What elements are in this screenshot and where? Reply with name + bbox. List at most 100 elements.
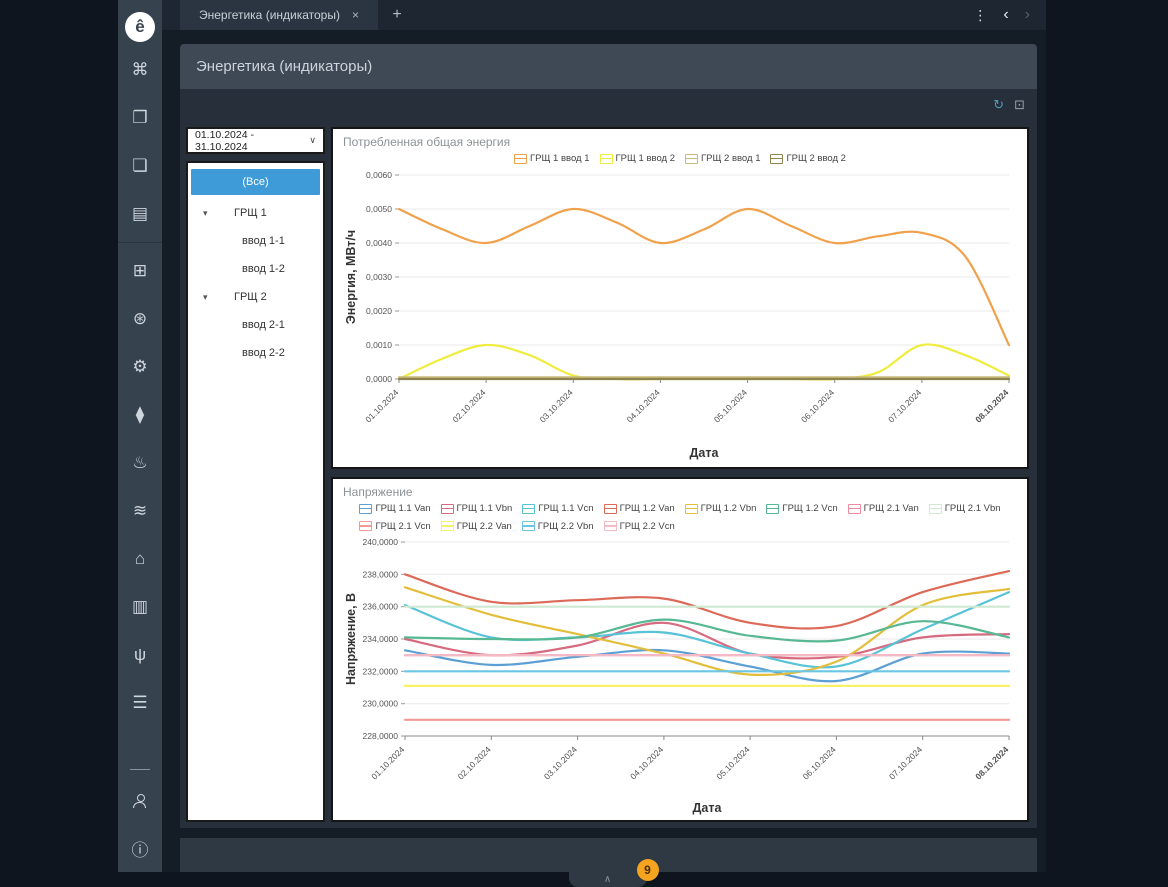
display-icon[interactable]: ⊡	[1014, 97, 1025, 113]
fan-icon: ⊛	[132, 309, 148, 328]
svg-text:Энергия, МВт/ч: Энергия, МВт/ч	[344, 229, 358, 323]
date-range-select[interactable]: 01.10.2024 - 31.10.2024 ∨	[186, 127, 325, 154]
svg-text:0,0040: 0,0040	[366, 238, 392, 248]
kebab-menu-icon[interactable]: ⋮	[973, 7, 987, 24]
expander-icon[interactable]: ▾	[203, 292, 208, 303]
panel-toolbar: ↻ ⊡	[993, 97, 1025, 113]
svg-text:02.10.2024: 02.10.2024	[450, 387, 487, 424]
chart-title: Напряжение	[343, 485, 413, 499]
document-user-icon: ❏	[132, 156, 148, 175]
sidebar-item-document-user-icon[interactable]: ❏	[118, 142, 162, 190]
tabbar-controls: ⋮ ‹ ›	[973, 6, 1046, 24]
hierarchy-icon: ⌘	[131, 60, 149, 79]
legend-item[interactable]: ГРЩ 2.2 Vbn	[521, 519, 594, 534]
legend-label: ГРЩ 2 ввод 1	[701, 153, 761, 164]
svg-text:0,0020: 0,0020	[366, 306, 392, 316]
tree-item[interactable]: (Все)	[191, 169, 320, 195]
legend-label: ГРЩ 2.2 Vbn	[537, 520, 594, 532]
legend-item[interactable]: ГРЩ 1.1 Van	[359, 501, 431, 516]
legend-label: ГРЩ 2.2 Van	[456, 520, 512, 532]
legend-item[interactable]: ГРЩ 2 ввод 1	[685, 151, 760, 166]
date-range-value: 01.10.2024 - 31.10.2024	[195, 128, 254, 153]
tree-item[interactable]: ввод 2-1	[188, 311, 323, 339]
legend-label: ГРЩ 1.2 Vbn	[700, 503, 757, 514]
tree-item-label: ГРЩ 1	[234, 207, 267, 219]
sidebar-item-water-drop-icon[interactable]: ⧫	[118, 391, 162, 439]
legend-item[interactable]: ГРЩ 2.2 Vcn	[603, 519, 675, 534]
energy-chart-panel: Потребленная общая энергия ГРЩ 1 ввод 1Г…	[331, 127, 1029, 469]
sidebar-item-branch-icon[interactable]: ψ	[118, 631, 162, 679]
tree-item[interactable]: ▾ ГРЩ 1	[188, 199, 323, 227]
sidebar-item-document-gear-icon[interactable]: ⚙	[118, 343, 162, 391]
legend-item[interactable]: ГРЩ 1.2 Vbn	[684, 501, 757, 516]
sidebar: ê ⌘ ❐ ❏ ▤ ⊞ ⊛ ⚙ ⧫ ♨ ≋ ⌂ ▥ ψ ☰ ⓘ	[118, 0, 162, 872]
legend-item[interactable]: ГРЩ 1 ввод 2	[599, 151, 675, 166]
notification-badge: 9	[636, 859, 659, 881]
sidebar-item-fan-icon[interactable]: ⊛	[118, 295, 162, 343]
nav-back-icon[interactable]: ‹	[1003, 6, 1008, 24]
sidebar-item-document-icon[interactable]: ❐	[118, 94, 162, 142]
tree-item[interactable]: ввод 1-1	[188, 227, 323, 255]
tree-item[interactable]: ввод 1-2	[188, 255, 323, 283]
sidebar-item-hierarchy-icon[interactable]: ⌘	[118, 46, 162, 94]
legend-marker	[928, 503, 942, 514]
dashboard-panel: ↻ ⊡ 01.10.2024 - 31.10.2024 ∨ (Все) ▾ ГРЩ …	[180, 89, 1037, 828]
energy-chart: 0,0000 0,0010 0,0020 0,0030 0,0040 0,0050 0,00…	[344, 170, 1011, 460]
svg-text:05.10.2024: 05.10.2024	[712, 387, 749, 424]
tree-item[interactable]: ▾ ГРЩ 2	[188, 283, 323, 311]
sidebar-divider	[130, 769, 150, 770]
nav-forward-icon[interactable]: ›	[1025, 6, 1030, 24]
sidebar-item-user-icon[interactable]	[118, 776, 162, 824]
chevron-down-icon: ∨	[309, 135, 316, 145]
sidebar-item-temperature-icon[interactable]: ♨	[118, 439, 162, 487]
document-icon: ❐	[132, 108, 148, 127]
svg-text:Дата: Дата	[690, 446, 720, 460]
tree-item-label: ввод 1-1	[242, 235, 285, 247]
legend-marker	[766, 503, 780, 514]
legend-item[interactable]: ГРЩ 2.1 Van	[847, 501, 919, 516]
tab-title: Энергетика (индикаторы)	[198, 8, 340, 22]
app-window: ê ⌘ ❐ ❏ ▤ ⊞ ⊛ ⚙ ⧫ ♨ ≋ ⌂ ▥ ψ ☰ ⓘ Энергетика (индикаторы)…	[118, 0, 1046, 887]
legend-item[interactable]: ГРЩ 1 ввод 1	[514, 151, 590, 166]
sidebar-item-elevator-icon[interactable]: ▥	[118, 583, 162, 631]
legend-marker	[440, 503, 454, 514]
legend-item[interactable]: ГРЩ 1.1 Vcn	[522, 501, 594, 516]
legend-item[interactable]: ГРЩ 1.2 Van	[603, 501, 675, 516]
legend-item[interactable]: ГРЩ 2.1 Vbn	[928, 501, 1001, 516]
legend-label: ГРЩ 2.1 Van	[863, 503, 919, 514]
tab-energy-indicators[interactable]: Энергетика (индикаторы) ×	[180, 0, 378, 30]
new-tab-button[interactable]: +	[378, 6, 416, 24]
tree-item-label: ввод 2-1	[242, 319, 285, 331]
sidebar-item-pipeline-icon[interactable]: ≋	[118, 487, 162, 535]
sidebar-item-info-icon[interactable]: ⓘ	[118, 824, 162, 872]
svg-text:228,0000: 228,0000	[363, 731, 399, 741]
svg-text:04.10.2024: 04.10.2024	[625, 387, 662, 424]
device-tree: (Все) ▾ ГРЩ 1 ввод 1-1 ввод 1-2 ▾ ГРЩ 2 ввод 2-…	[186, 161, 325, 822]
sidebar-item-ventilation-unit-icon[interactable]: ☰	[118, 679, 162, 727]
svg-text:234,0000: 234,0000	[363, 634, 399, 644]
tree-item[interactable]: ввод 2-2	[188, 339, 323, 367]
sidebar-item-building-icon[interactable]: ⌂	[118, 535, 162, 583]
legend-item[interactable]: ГРЩ 2.1 Vcn	[359, 519, 431, 534]
svg-text:05.10.2024: 05.10.2024	[714, 744, 751, 781]
legend-label: ГРЩ 1.1 Van	[375, 503, 431, 514]
tab-close-icon[interactable]: ×	[352, 8, 359, 22]
app-logo[interactable]: ê	[118, 0, 162, 46]
sidebar-item-report-icon[interactable]: ▤	[118, 190, 162, 238]
legend-label: ГРЩ 2.2 Vcn	[619, 520, 675, 532]
legend-item[interactable]: ГРЩ 2.2 Van	[440, 519, 512, 534]
logo: ê	[125, 12, 155, 42]
chart-legend: ГРЩ 1.1 Van ГРЩ 1.1 Vbn ГРЩ 1.1 Vcn ГРЩ 1.2…	[341, 501, 1019, 536]
sidebar-item-apps-grid-icon[interactable]: ⊞	[118, 247, 162, 295]
svg-text:238,0000: 238,0000	[363, 569, 399, 579]
expander-icon[interactable]: ▾	[203, 208, 208, 219]
water-drop-icon: ⧫	[135, 405, 145, 424]
legend-marker	[599, 153, 613, 164]
legend-item[interactable]: ГРЩ 2 ввод 2	[770, 151, 846, 166]
legend-item[interactable]: ГРЩ 1.1 Vbn	[440, 501, 512, 516]
refresh-icon[interactable]: ↻	[993, 97, 1004, 113]
elevator-icon: ▥	[131, 597, 149, 616]
legend-item[interactable]: ГРЩ 1.2 Vcn	[766, 501, 838, 516]
panel-body: 01.10.2024 - 31.10.2024 ∨ (Все) ▾ ГРЩ 1 вво…	[180, 89, 1037, 828]
apps-grid-icon: ⊞	[132, 261, 148, 280]
